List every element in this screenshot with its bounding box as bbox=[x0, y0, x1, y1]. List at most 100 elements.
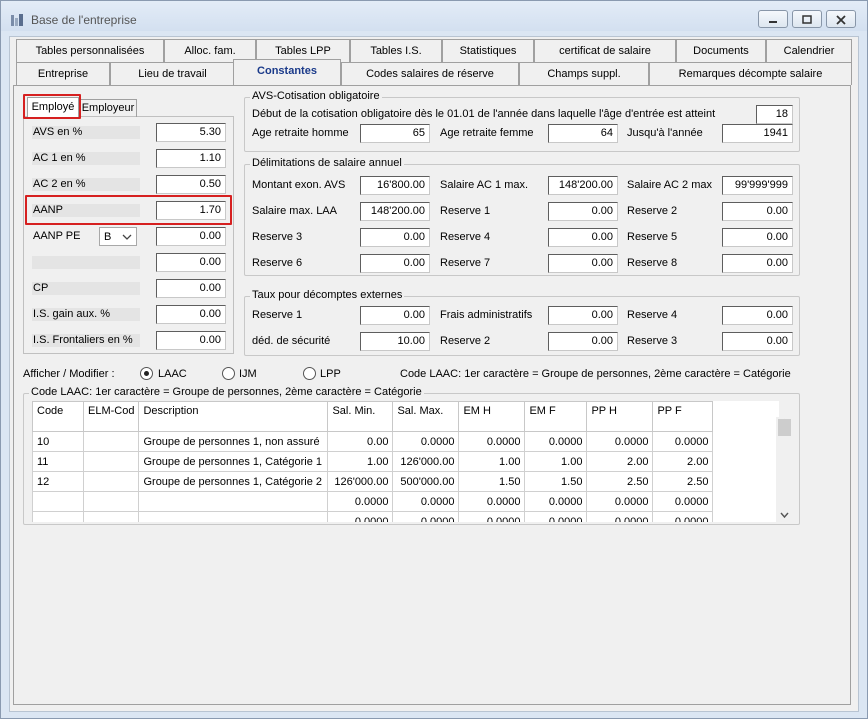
table-cell[interactable]: 2.50 bbox=[586, 471, 654, 492]
table-cell[interactable]: 0.0000 bbox=[392, 511, 460, 522]
is-frontaliers-input[interactable]: 0.00 bbox=[156, 331, 226, 350]
ac1-input[interactable]: 1.10 bbox=[156, 149, 226, 168]
tab-calendrier[interactable]: Calendrier bbox=[766, 39, 852, 62]
table-cell[interactable]: 1.00 bbox=[458, 451, 526, 472]
age-femme-input[interactable]: 64 bbox=[548, 124, 618, 143]
table-row[interactable]: 12 Groupe de personnes 1, Catégorie 2 126'… bbox=[32, 471, 714, 492]
table-cell[interactable]: 2.00 bbox=[652, 451, 714, 472]
minimize-button[interactable] bbox=[758, 10, 788, 28]
col-header-elm-code[interactable]: ELM-Cod bbox=[82, 401, 140, 432]
table-cell[interactable]: 0.0000 bbox=[524, 511, 588, 522]
table-cell[interactable]: 1.50 bbox=[458, 471, 526, 492]
table-cell[interactable]: 0.0000 bbox=[586, 491, 654, 512]
table-cell[interactable]: 0.0000 bbox=[524, 431, 588, 452]
table-cell[interactable] bbox=[32, 511, 84, 522]
tab-champs-suppl[interactable]: Champs suppl. bbox=[519, 62, 649, 85]
col-header-description[interactable]: Description bbox=[138, 401, 329, 432]
table-cell[interactable]: 11 bbox=[32, 451, 84, 472]
delim-reserve7-input[interactable]: 0.00 bbox=[548, 254, 618, 273]
scroll-down-icon[interactable] bbox=[779, 511, 790, 519]
delim-reserve6-input[interactable]: 0.00 bbox=[360, 254, 430, 273]
tab-constantes[interactable]: Constantes bbox=[233, 59, 341, 85]
table-cell[interactable]: 126'000.00 bbox=[327, 471, 394, 492]
table-cell[interactable] bbox=[82, 491, 140, 512]
tab-tables-personnalisees[interactable]: Tables personnalisées bbox=[16, 39, 164, 62]
col-header-code[interactable]: Code bbox=[32, 401, 84, 432]
delim-reserve2-input[interactable]: 0.00 bbox=[722, 202, 793, 221]
table-cell[interactable]: 126'000.00 bbox=[392, 451, 460, 472]
sal-ac1-input[interactable]: 148'200.00 bbox=[548, 176, 618, 195]
table-cell[interactable]: 10 bbox=[32, 431, 84, 452]
table-cell[interactable]: 0.0000 bbox=[458, 491, 526, 512]
taux-reserve2-input[interactable]: 0.00 bbox=[548, 332, 618, 351]
table-cell[interactable]: Groupe de personnes 1, non assuré bbox=[138, 431, 329, 452]
montant-exon-input[interactable]: 16'800.00 bbox=[360, 176, 430, 195]
table-cell[interactable]: 0.0000 bbox=[652, 511, 714, 522]
table-cell[interactable]: 0.0000 bbox=[652, 491, 714, 512]
tab-documents[interactable]: Documents bbox=[676, 39, 766, 62]
col-header-em-h[interactable]: EM H bbox=[458, 401, 526, 432]
col-header-pp-h[interactable]: PP H bbox=[586, 401, 654, 432]
tab-remarques-decompte[interactable]: Remarques décompte salaire bbox=[649, 62, 852, 85]
taux-reserve3-input[interactable]: 0.00 bbox=[722, 332, 793, 351]
radio-laac[interactable] bbox=[140, 367, 153, 380]
taux-reserve4-input[interactable]: 0.00 bbox=[722, 306, 793, 325]
table-cell[interactable]: 0.0000 bbox=[392, 431, 460, 452]
table-cell[interactable]: Groupe de personnes 1, Catégorie 1 bbox=[138, 451, 329, 472]
delim-reserve3-input[interactable]: 0.00 bbox=[360, 228, 430, 247]
table-cell[interactable] bbox=[82, 511, 140, 522]
table-cell[interactable]: 0.0000 bbox=[586, 431, 654, 452]
is-gain-input[interactable]: 0.00 bbox=[156, 305, 226, 324]
table-cell[interactable]: 0.0000 bbox=[392, 491, 460, 512]
tab-codes-salaires-reserve[interactable]: Codes salaires de réserve bbox=[341, 62, 519, 85]
sal-ac2-input[interactable]: 99'999'999 bbox=[722, 176, 793, 195]
maximize-button[interactable] bbox=[792, 10, 822, 28]
table-cell[interactable] bbox=[32, 491, 84, 512]
col-header-sal-min[interactable]: Sal. Min. bbox=[327, 401, 394, 432]
delim-reserve4-input[interactable]: 0.00 bbox=[548, 228, 618, 247]
debut-input[interactable]: 18 bbox=[756, 105, 793, 124]
taux-reserve1-input[interactable]: 0.00 bbox=[360, 306, 430, 325]
frais-admin-input[interactable]: 0.00 bbox=[548, 306, 618, 325]
table-cell[interactable]: 2.00 bbox=[586, 451, 654, 472]
aanppe-select[interactable]: B bbox=[99, 227, 137, 246]
tab-tables-is[interactable]: Tables I.S. bbox=[350, 39, 442, 62]
delim-reserve5-input[interactable]: 0.00 bbox=[722, 228, 793, 247]
table-cell[interactable] bbox=[82, 451, 140, 472]
table-cell[interactable]: 0.0000 bbox=[586, 511, 654, 522]
table-cell[interactable]: 12 bbox=[32, 471, 84, 492]
table-cell[interactable]: 0.0000 bbox=[458, 511, 526, 522]
col-header-pp-f[interactable]: PP F bbox=[652, 401, 714, 432]
table-row[interactable]: 10 Groupe de personnes 1, non assuré 0.00 0… bbox=[32, 431, 714, 452]
tab-lieu-travail[interactable]: Lieu de travail bbox=[110, 62, 235, 85]
scrollbar-thumb[interactable] bbox=[778, 419, 791, 436]
radio-lpp[interactable] bbox=[303, 367, 316, 380]
table-row[interactable]: 11 Groupe de personnes 1, Catégorie 1 1.00… bbox=[32, 451, 714, 472]
table-cell[interactable]: 0.0000 bbox=[652, 431, 714, 452]
avs-input[interactable]: 5.30 bbox=[156, 123, 226, 142]
col-header-em-f[interactable]: EM F bbox=[524, 401, 588, 432]
table-cell[interactable]: 2.50 bbox=[652, 471, 714, 492]
table-cell[interactable] bbox=[82, 431, 140, 452]
cp-input[interactable]: 0.00 bbox=[156, 279, 226, 298]
table-cell[interactable]: 0.0000 bbox=[327, 491, 394, 512]
table-cell[interactable]: 0.00 bbox=[327, 431, 394, 452]
blank-input[interactable]: 0.00 bbox=[156, 253, 226, 272]
ded-securite-input[interactable]: 10.00 bbox=[360, 332, 430, 351]
table-row[interactable]: 0.0000 0.0000 0.0000 0.0000 0.0000 0.0000 bbox=[32, 511, 714, 522]
aanppe-input[interactable]: 0.00 bbox=[156, 227, 226, 246]
table-cell[interactable]: 1.50 bbox=[524, 471, 588, 492]
tab-entreprise[interactable]: Entreprise bbox=[16, 62, 110, 85]
table-cell[interactable]: 1.00 bbox=[327, 451, 394, 472]
delim-reserve1-input[interactable]: 0.00 bbox=[548, 202, 618, 221]
age-homme-input[interactable]: 65 bbox=[360, 124, 430, 143]
table-scrollbar[interactable] bbox=[776, 417, 793, 522]
subtab-employeur[interactable]: Employeur bbox=[79, 99, 137, 117]
jusqu-input[interactable]: 1941 bbox=[722, 124, 793, 143]
table-row[interactable]: 0.0000 0.0000 0.0000 0.0000 0.0000 0.0000 bbox=[32, 491, 714, 512]
table-cell[interactable]: 1.00 bbox=[524, 451, 588, 472]
tab-certificat-salaire[interactable]: certificat de salaire bbox=[534, 39, 676, 62]
table-cell[interactable]: 0.0000 bbox=[327, 511, 394, 522]
table-cell[interactable] bbox=[138, 491, 329, 512]
table-cell[interactable]: 0.0000 bbox=[458, 431, 526, 452]
